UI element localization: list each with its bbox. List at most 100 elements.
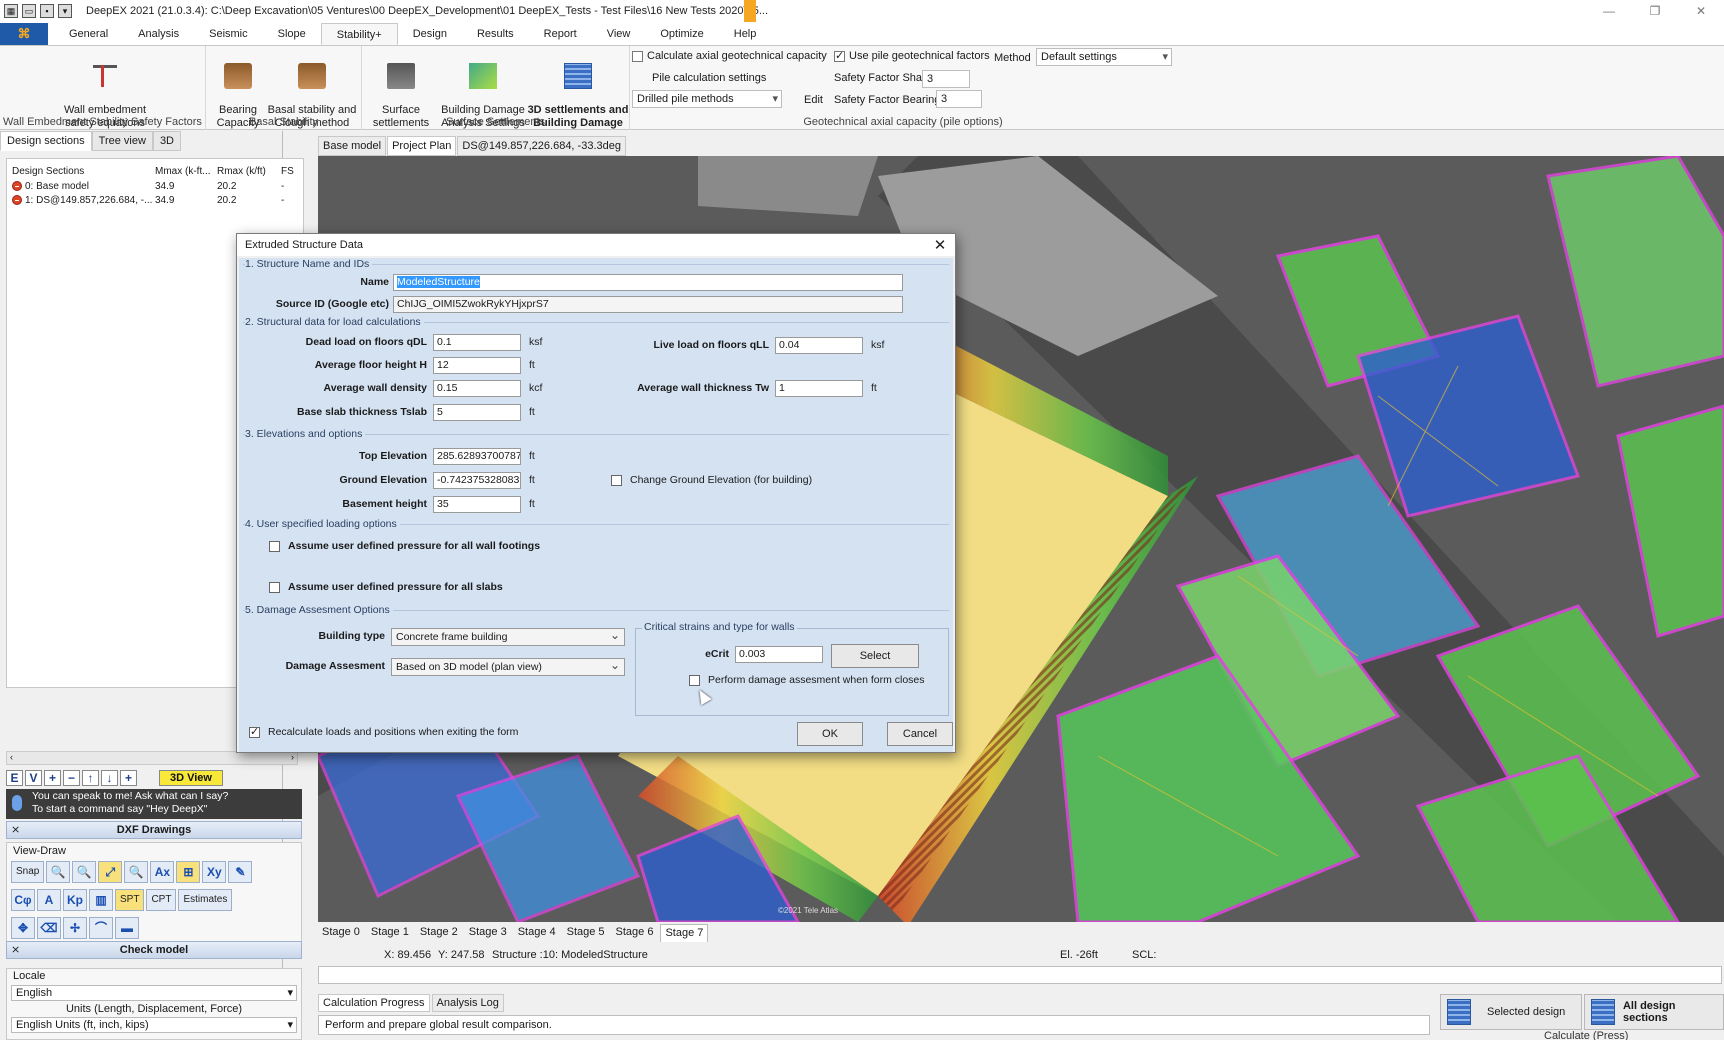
tab-stability-plus[interactable]: Stability+ bbox=[320, 23, 398, 45]
calc-all-button[interactable]: All design sections bbox=[1584, 994, 1724, 1030]
microphone-icon[interactable] bbox=[12, 795, 22, 811]
checkbox[interactable] bbox=[269, 581, 280, 593]
zoom-window-icon[interactable]: 🔍 bbox=[124, 861, 149, 883]
tab-stage-3[interactable]: Stage 3 bbox=[465, 924, 511, 942]
delete-icon[interactable] bbox=[12, 195, 22, 205]
edit-mode-button[interactable]: E bbox=[6, 770, 23, 786]
col-header[interactable]: Design Sections bbox=[7, 166, 155, 177]
col-header[interactable]: Mmax (k-ft... bbox=[155, 166, 217, 177]
scroll-left-icon[interactable]: ‹ bbox=[10, 752, 13, 762]
checkbox[interactable] bbox=[269, 540, 280, 552]
check-model-header[interactable]: ⨯ Check model bbox=[6, 941, 302, 959]
tab-results[interactable]: Results bbox=[462, 23, 529, 45]
tab-analysis-log[interactable]: Analysis Log bbox=[431, 994, 504, 1012]
dead-load-input[interactable]: 0.1 bbox=[433, 334, 521, 351]
terrain-icon[interactable]: ▬ bbox=[115, 917, 139, 939]
soil-strength-icon[interactable]: Cφ bbox=[11, 889, 35, 911]
tab-seismic[interactable]: Seismic bbox=[194, 23, 263, 45]
coordinates-icon[interactable]: Xy bbox=[202, 861, 227, 883]
base-slab-input[interactable]: 5 bbox=[433, 404, 521, 421]
remove-button[interactable]: − bbox=[63, 770, 80, 786]
move-down-button[interactable]: ↓ bbox=[101, 770, 118, 786]
tab-calculation-progress[interactable]: Calculation Progress bbox=[318, 994, 430, 1012]
tab-tree-view[interactable]: Tree view bbox=[91, 131, 153, 151]
tab-stage-7[interactable]: Stage 7 bbox=[660, 924, 709, 942]
calc-selected-button[interactable]: Selected design bbox=[1440, 994, 1582, 1030]
view-mode-button[interactable]: V bbox=[25, 770, 42, 786]
pin-icon[interactable]: ⨯ bbox=[11, 942, 20, 958]
calc-axial-checkbox[interactable]: Calculate axial geotechnical capacity bbox=[632, 50, 827, 62]
scroll-right-icon[interactable]: › bbox=[291, 752, 294, 762]
anchor-icon[interactable]: ✢ bbox=[63, 917, 87, 939]
zoom-out-icon[interactable]: 🔍 bbox=[72, 861, 97, 883]
col-header[interactable]: Rmax (k/ft) bbox=[217, 166, 281, 177]
method-select[interactable]: Default settings bbox=[1036, 48, 1172, 66]
tab-general[interactable]: General bbox=[54, 23, 123, 45]
table-row[interactable]: 0: Base model 34.9 20.2 - bbox=[7, 179, 303, 193]
command-input[interactable] bbox=[318, 966, 1722, 984]
tab-design[interactable]: Design bbox=[398, 23, 462, 45]
close-icon[interactable]: ✕ bbox=[931, 236, 949, 254]
building-type-select[interactable]: Concrete frame building bbox=[391, 628, 625, 646]
customize-icon[interactable]: ▾ bbox=[58, 4, 72, 18]
tab-view[interactable]: View bbox=[592, 23, 646, 45]
slabs-pressure-checkbox[interactable]: Assume user defined pressure for all sla… bbox=[269, 581, 503, 593]
open-icon[interactable]: ▭ bbox=[22, 4, 36, 18]
tab-design-section[interactable]: DS@149.857,226.684, -33.3deg bbox=[457, 136, 626, 156]
sf-bearing-input[interactable]: 3 bbox=[936, 90, 982, 108]
axis-icon[interactable]: Ax bbox=[150, 861, 175, 883]
tab-stage-6[interactable]: Stage 6 bbox=[612, 924, 658, 942]
tab-report[interactable]: Report bbox=[529, 23, 592, 45]
locale-select[interactable]: English bbox=[11, 985, 297, 1001]
horizontal-scrollbar[interactable]: ‹ › bbox=[6, 751, 298, 765]
sf-shaft-input[interactable]: 3 bbox=[922, 70, 970, 88]
save-icon[interactable]: ▪ bbox=[40, 4, 54, 18]
tab-analysis[interactable]: Analysis bbox=[123, 23, 194, 45]
table-row[interactable]: 1: DS@149.857,226.684, -... 34.9 20.2 - bbox=[7, 193, 303, 207]
minimize-button[interactable]: — bbox=[1586, 0, 1632, 22]
source-id-input[interactable]: ChIJG_OIMI5ZwokRykYHjxprS7 bbox=[393, 296, 903, 313]
top-elevation-input[interactable]: 285.628937007874 bbox=[433, 448, 521, 465]
checkbox[interactable] bbox=[611, 474, 622, 486]
delete-icon[interactable] bbox=[12, 181, 22, 191]
spt-button[interactable]: SPT bbox=[115, 889, 145, 911]
view-3d-button[interactable]: 3D View bbox=[159, 770, 223, 786]
live-load-input[interactable]: 0.04 bbox=[775, 337, 863, 354]
grid-icon[interactable]: ⊞ bbox=[176, 861, 201, 883]
add-button[interactable]: + bbox=[44, 770, 61, 786]
perform-damage-checkbox[interactable]: Perform damage assesment when form close… bbox=[689, 674, 925, 686]
change-ground-checkbox[interactable]: Change Ground Elevation (for building) bbox=[611, 474, 812, 486]
add-more-button[interactable]: + bbox=[120, 770, 137, 786]
wall-density-input[interactable]: 0.15 bbox=[433, 380, 521, 397]
tab-stage-5[interactable]: Stage 5 bbox=[563, 924, 609, 942]
tab-design-sections[interactable]: Design sections bbox=[0, 131, 92, 151]
floor-height-input[interactable]: 12 bbox=[433, 357, 521, 374]
zoom-in-icon[interactable]: 🔍 bbox=[46, 861, 71, 883]
ground-elevation-input[interactable]: -0.7423753280839 bbox=[433, 472, 521, 489]
wall-thickness-input[interactable]: 1 bbox=[775, 380, 863, 397]
tab-base-model[interactable]: Base model bbox=[318, 136, 387, 156]
units-select[interactable]: English Units (ft, inch, kips) bbox=[11, 1017, 297, 1033]
tab-stage-4[interactable]: Stage 4 bbox=[514, 924, 560, 942]
recalculate-checkbox[interactable]: Recalculate loads and positions when exi… bbox=[249, 725, 518, 738]
damage-assessment-select[interactable]: Based on 3D model (plan view) bbox=[391, 658, 625, 676]
zoom-extents-icon[interactable]: ⤢ bbox=[98, 861, 123, 883]
tab-stage-2[interactable]: Stage 2 bbox=[416, 924, 462, 942]
tab-slope[interactable]: Slope bbox=[263, 23, 321, 45]
tab-help[interactable]: Help bbox=[719, 23, 772, 45]
footings-pressure-checkbox[interactable]: Assume user defined pressure for all wal… bbox=[269, 540, 540, 552]
pile-method-select[interactable]: Drilled pile methods bbox=[632, 90, 782, 108]
cpt-button[interactable]: CPT bbox=[146, 889, 177, 911]
tab-project-plan[interactable]: Project Plan bbox=[387, 136, 457, 156]
basement-height-input[interactable]: 35 bbox=[433, 496, 521, 513]
pin-icon[interactable]: ⨯ bbox=[11, 822, 20, 838]
tab-3d[interactable]: 3D bbox=[152, 131, 181, 151]
ok-button[interactable]: OK bbox=[797, 722, 863, 746]
text-icon[interactable]: A bbox=[37, 889, 61, 911]
draw-icon[interactable]: ✎ bbox=[228, 861, 253, 883]
tab-stage-0[interactable]: Stage 0 bbox=[318, 924, 364, 942]
select-button[interactable]: Select bbox=[831, 644, 919, 668]
app-menu-button[interactable]: ⌘ bbox=[0, 23, 48, 45]
restore-button[interactable]: ❐ bbox=[1632, 0, 1678, 22]
excavation-icon[interactable]: ⌒ bbox=[89, 917, 113, 939]
